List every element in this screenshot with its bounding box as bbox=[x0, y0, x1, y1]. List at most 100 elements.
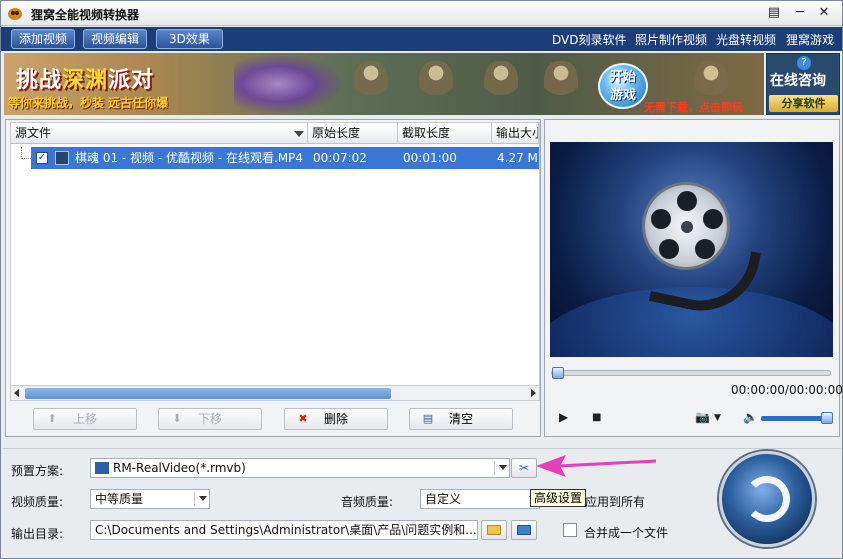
move-up-label: 上移 bbox=[72, 412, 97, 426]
table-row[interactable]: ✓ 棋魂 01 - 视频 - 优酷视频 - 在线观看.MP4 00:07:02 … bbox=[31, 147, 539, 169]
start-game-button[interactable]: 开始 游戏 bbox=[598, 63, 648, 109]
scroll-right-icon[interactable] bbox=[531, 389, 536, 397]
add-video-button[interactable]: 添加视频 bbox=[11, 29, 76, 49]
minimize-button[interactable]: ─ bbox=[791, 5, 809, 21]
reel-hole bbox=[677, 191, 697, 211]
raccoon-games-link[interactable]: 狸窝游戏 bbox=[786, 31, 834, 48]
photo-video-link[interactable]: 照片制作视频 bbox=[635, 31, 707, 48]
preset-value: RM-RealVideo(*.rmvb) bbox=[113, 461, 246, 475]
convert-button[interactable] bbox=[719, 451, 815, 547]
column-clip-length[interactable]: 截取长度 bbox=[398, 123, 492, 144]
close-button[interactable]: ✕ bbox=[815, 5, 833, 21]
banner-subline: 等你来挑战，秒装 远古任你爆 bbox=[8, 96, 169, 110]
seek-bar[interactable] bbox=[551, 367, 831, 379]
banner-small-text: 无需下载，点击即玩 bbox=[644, 101, 743, 114]
advanced-settings-button[interactable]: ✂ bbox=[511, 458, 537, 478]
seek-knob[interactable] bbox=[552, 367, 564, 379]
menu-icon[interactable]: ▤ bbox=[765, 5, 783, 21]
dvd-burn-link[interactable]: DVD刻录软件 bbox=[552, 31, 626, 48]
move-up-button[interactable]: ⬆ 上移 bbox=[33, 408, 137, 430]
convert-refresh-icon bbox=[744, 476, 790, 522]
online-consult-label: 在线咨询 bbox=[770, 73, 826, 89]
column-source-file[interactable]: 源文件 bbox=[11, 123, 308, 144]
volume-slider[interactable] bbox=[761, 412, 833, 424]
dropdown-separator bbox=[494, 461, 495, 475]
camera-icon[interactable]: 📷 bbox=[695, 410, 710, 424]
open-folder-button[interactable] bbox=[511, 520, 537, 540]
film-icon bbox=[55, 151, 69, 165]
share-software-button[interactable]: 分享软件 bbox=[769, 95, 838, 112]
rm-format-icon bbox=[95, 462, 109, 474]
tree-line bbox=[21, 147, 31, 159]
time-readout: 00:00:00/00:00:00 bbox=[731, 383, 843, 397]
advanced-settings-tooltip: 高级设置 bbox=[530, 489, 587, 507]
output-dir-input[interactable]: C:\Documents and Settings\Administrator\… bbox=[90, 520, 478, 540]
raccoon-logo-icon bbox=[8, 8, 22, 20]
edit-video-button[interactable]: 视频编辑 bbox=[83, 29, 148, 49]
reel-hole bbox=[703, 209, 723, 229]
file-list[interactable]: 源文件 原始长度 截取长度 输出大小 ✓ 棋魂 01 - 视频 - 优酷视频 -… bbox=[10, 122, 540, 392]
chevron-down-icon[interactable] bbox=[199, 496, 207, 501]
chevron-down-icon[interactable] bbox=[499, 465, 507, 470]
preset-select[interactable]: RM-RealVideo(*.rmvb) bbox=[90, 458, 510, 478]
open-folder-icon bbox=[517, 525, 531, 535]
column-output-size[interactable]: 输出大小 bbox=[492, 123, 539, 144]
clear-button[interactable]: ▤ 清空 bbox=[409, 408, 513, 430]
volume-icon[interactable]: 🔈 bbox=[743, 410, 758, 424]
reel-hole bbox=[659, 239, 679, 259]
3d-effect-button[interactable]: 3D效果 bbox=[156, 29, 223, 49]
merge-checkbox[interactable] bbox=[563, 523, 577, 537]
output-dir-label: 输出目录: bbox=[11, 527, 64, 541]
reel-hub bbox=[681, 221, 693, 233]
window-title: 狸窝全能视频转换器 bbox=[31, 8, 140, 22]
banner-headline-highlight: 深渊 bbox=[62, 68, 109, 93]
reel-hole bbox=[651, 209, 671, 229]
online-consult-panel[interactable]: ? 在线咨询 分享软件 bbox=[766, 53, 840, 115]
chevron-down-icon[interactable]: ▼ bbox=[714, 413, 721, 423]
main-toolbar: 添加视频 视频编辑 3D效果 DVD刻录软件 照片制作视频 光盘转视频 狸窝游戏 bbox=[1, 27, 842, 51]
row-clip-length: 00:01:00 bbox=[403, 151, 457, 165]
preset-label: 预置方案: bbox=[11, 464, 64, 478]
horizontal-scrollbar[interactable] bbox=[10, 385, 540, 401]
annotation-arrow-icon bbox=[536, 455, 657, 477]
banner-headline-part: 派对 bbox=[108, 68, 155, 93]
ad-banner[interactable]: 挑战深渊派对 等你来挑战，秒装 远古任你爆 开始 游戏 无需下载，点击即玩 bbox=[4, 53, 764, 115]
audio-quality-label: 音频质量: bbox=[341, 495, 394, 509]
sort-arrow-icon[interactable] bbox=[294, 131, 304, 137]
delete-label: 删除 bbox=[323, 412, 348, 426]
reel-hole bbox=[695, 239, 715, 259]
video-preview-screen[interactable] bbox=[550, 142, 833, 357]
row-checkbox[interactable]: ✓ bbox=[36, 152, 48, 164]
scrollbar-thumb[interactable] bbox=[25, 388, 391, 399]
folder-icon bbox=[487, 525, 501, 535]
film-reel-icon bbox=[642, 182, 730, 270]
volume-knob[interactable] bbox=[821, 412, 833, 424]
banner-character-art bbox=[234, 53, 344, 115]
tools-icon: ✂ bbox=[518, 461, 530, 475]
scroll-left-icon[interactable] bbox=[14, 389, 19, 397]
banner-headline: 挑战深渊派对 bbox=[16, 62, 154, 94]
row-original-length: 00:07:02 bbox=[313, 151, 367, 165]
apply-all-label[interactable]: 应用到所有 bbox=[585, 493, 645, 510]
audio-quality-value: 自定义 bbox=[425, 492, 462, 506]
audio-quality-select[interactable]: 自定义 bbox=[420, 489, 540, 509]
stop-icon[interactable]: ■ bbox=[592, 412, 601, 423]
arrow-up-icon: ⬆ bbox=[47, 412, 57, 425]
merge-label[interactable]: 合并成一个文件 bbox=[584, 524, 668, 541]
disc-to-video-link[interactable]: 光盘转视频 bbox=[716, 31, 776, 48]
clear-label: 清空 bbox=[448, 412, 473, 426]
video-quality-select[interactable]: 中等质量 bbox=[90, 489, 210, 509]
move-down-button[interactable]: ⬇ 下移 bbox=[158, 408, 262, 430]
arrow-down-icon: ⬇ bbox=[172, 412, 182, 425]
banner-figure bbox=[354, 61, 388, 109]
help-icon: ? bbox=[797, 56, 811, 70]
delete-x-icon: ✖ bbox=[298, 412, 308, 425]
browse-folder-button[interactable] bbox=[481, 520, 507, 540]
output-dir-value: C:\Documents and Settings\Administrator\… bbox=[95, 523, 477, 537]
column-original-length[interactable]: 原始长度 bbox=[308, 123, 398, 144]
video-quality-value: 中等质量 bbox=[95, 492, 144, 506]
row-file-name: 棋魂 01 - 视频 - 优酷视频 - 在线观看.MP4 bbox=[75, 151, 304, 165]
preview-panel: 00:00:00/00:00:00 ▶ ■ 📷 ▼ 🔈 bbox=[544, 119, 843, 437]
delete-button[interactable]: ✖ 删除 bbox=[284, 408, 388, 430]
play-icon[interactable]: ▶ bbox=[559, 410, 568, 424]
